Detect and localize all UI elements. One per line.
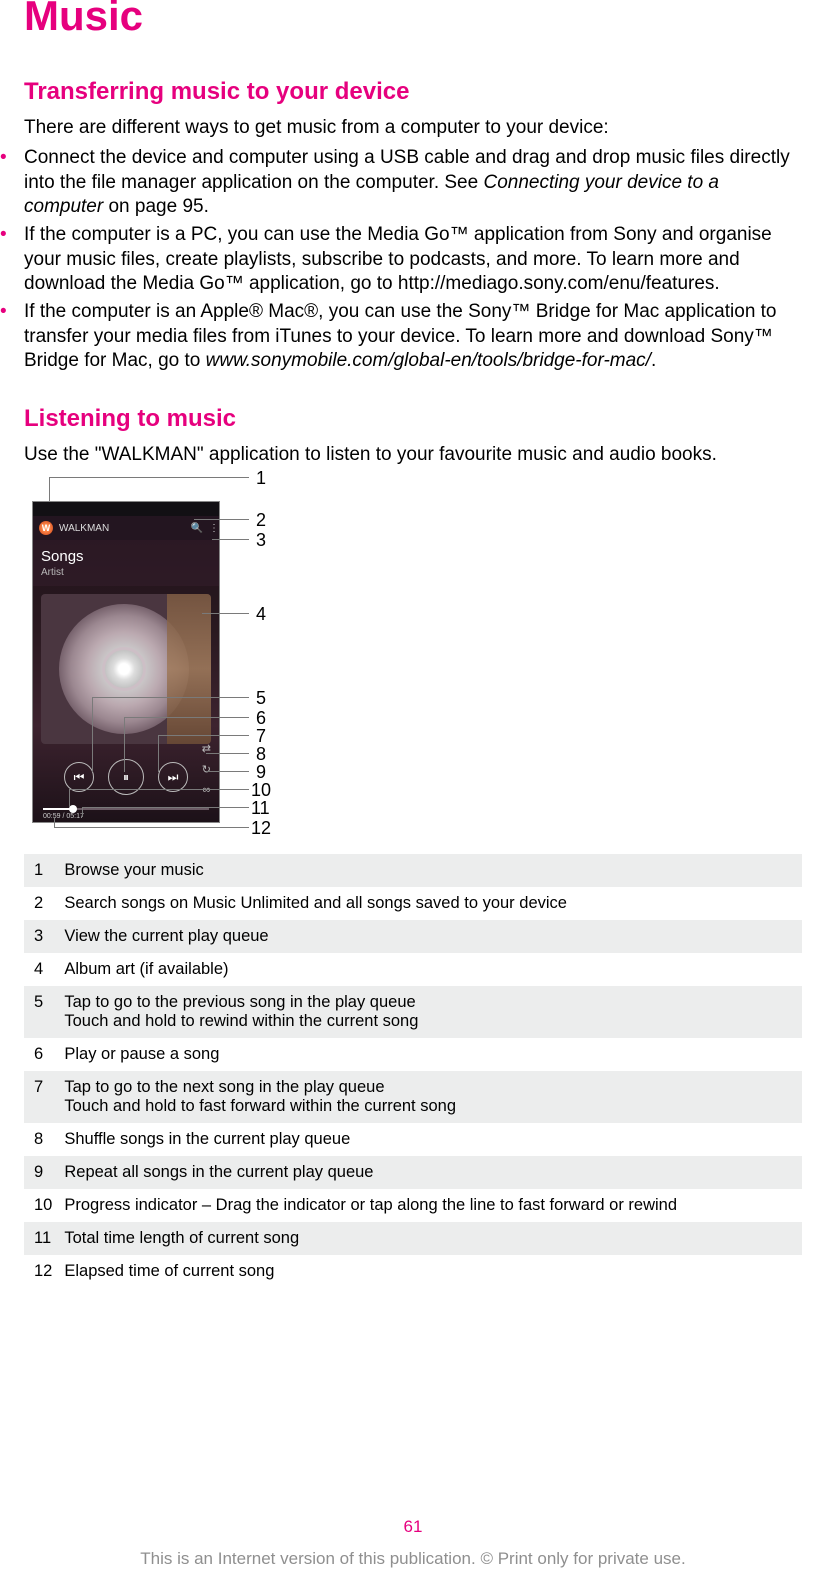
section-heading-listening: Listening to music	[24, 405, 802, 433]
callout-number: 11	[251, 798, 270, 819]
legend-text: Total time length of current song	[58, 1222, 802, 1255]
leader-line	[194, 519, 249, 520]
table-row: 7Tap to go to the next song in the play …	[24, 1071, 802, 1123]
legend-text: Shuffle songs in the current play queue	[58, 1123, 802, 1156]
table-row: 6Play or pause a song	[24, 1038, 802, 1071]
app-name-label: WALKMAN	[59, 523, 109, 534]
leader-line	[124, 717, 249, 718]
bullet-emphasis: www.sonymobile.com/global-en/tools/bridg…	[206, 350, 651, 371]
callout-number: 4	[256, 604, 266, 625]
leader-line	[82, 807, 249, 808]
table-row: 3View the current play queue	[24, 920, 802, 953]
table-row: 12Elapsed time of current song	[24, 1255, 802, 1288]
legend-number: 9	[24, 1156, 58, 1189]
app-header: W WALKMAN 🔍 ⋮	[33, 516, 219, 540]
leader-line	[206, 771, 249, 772]
infinity-icon[interactable]: ∞	[202, 784, 210, 796]
legend-table: 1Browse your music2Search songs on Music…	[24, 854, 802, 1288]
progress-bar[interactable]	[43, 808, 209, 810]
footer-notice: This is an Internet version of this publ…	[0, 1549, 826, 1569]
table-row: 5Tap to go to the previous song in the p…	[24, 986, 802, 1038]
songs-title-label: Songs	[41, 548, 211, 565]
repeat-icon[interactable]: ↻	[202, 763, 211, 776]
album-art	[41, 594, 211, 744]
callout-number: 3	[256, 530, 266, 551]
legend-text: Album art (if available)	[58, 953, 802, 986]
table-row: 4Album art (if available)	[24, 953, 802, 986]
bullet-item: If the computer is an Apple® Mac®, you c…	[6, 300, 802, 373]
table-row: 9Repeat all songs in the current play qu…	[24, 1156, 802, 1189]
bullet-text: If the computer is a PC, you can use the…	[24, 224, 772, 294]
legend-number: 7	[24, 1071, 58, 1123]
legend-text: Tap to go to the next song in the play q…	[58, 1071, 802, 1123]
walkman-logo-icon: W	[39, 521, 53, 535]
leader-line	[54, 817, 55, 827]
legend-number: 12	[24, 1255, 58, 1288]
section2-intro: Use the "WALKMAN" application to listen …	[24, 443, 802, 467]
legend-text: Browse your music	[58, 854, 802, 887]
page-title: Music	[24, 0, 802, 40]
table-row: 8Shuffle songs in the current play queue	[24, 1123, 802, 1156]
leader-line	[158, 735, 249, 736]
legend-text: Search songs on Music Unlimited and all …	[58, 887, 802, 920]
walkman-figure: W WALKMAN 🔍 ⋮ Songs Artist ⏮ ⏸ ⏭ ⇄ ↻	[24, 477, 284, 832]
leader-line	[92, 697, 93, 772]
leader-line	[69, 789, 70, 807]
leader-line	[69, 789, 249, 790]
next-button[interactable]: ⏭	[158, 762, 188, 792]
legend-number: 2	[24, 887, 58, 920]
leader-line	[124, 717, 125, 772]
callout-number: 2	[256, 510, 266, 531]
bullet-list: Connect the device and computer using a …	[6, 146, 802, 373]
legend-text: Repeat all songs in the current play que…	[58, 1156, 802, 1189]
legend-text: Progress indicator – Drag the indicator …	[58, 1189, 802, 1222]
artist-label: Artist	[41, 567, 211, 578]
legend-text: View the current play queue	[58, 920, 802, 953]
leader-line	[212, 539, 249, 540]
legend-number: 3	[24, 920, 58, 953]
leader-line	[202, 613, 249, 614]
callout-number: 12	[251, 818, 271, 839]
callout-number: 1	[256, 468, 266, 489]
table-row: 10Progress indicator – Drag the indicato…	[24, 1189, 802, 1222]
notification-bar	[33, 502, 219, 516]
table-row: 11Total time length of current song	[24, 1222, 802, 1255]
previous-button[interactable]: ⏮	[64, 762, 94, 792]
section1-intro: There are different ways to get music fr…	[24, 116, 802, 140]
legend-number: 6	[24, 1038, 58, 1071]
legend-number: 8	[24, 1123, 58, 1156]
legend-number: 5	[24, 986, 58, 1038]
leader-line	[158, 735, 159, 772]
legend-number: 4	[24, 953, 58, 986]
bullet-text-post: on page 95.	[103, 196, 209, 217]
bullet-text-post: .	[651, 350, 656, 371]
search-icon[interactable]: 🔍	[191, 523, 203, 534]
page-number: 61	[0, 1517, 826, 1537]
legend-number: 10	[24, 1189, 58, 1222]
progress-knob[interactable]	[69, 805, 77, 813]
table-row: 2Search songs on Music Unlimited and all…	[24, 887, 802, 920]
callout-number: 5	[256, 688, 266, 709]
phone-screenshot: W WALKMAN 🔍 ⋮ Songs Artist ⏮ ⏸ ⏭ ⇄ ↻	[32, 501, 220, 823]
legend-number: 1	[24, 854, 58, 887]
legend-text: Elapsed time of current song	[58, 1255, 802, 1288]
bullet-item: Connect the device and computer using a …	[6, 146, 802, 219]
legend-text: Tap to go to the previous song in the pl…	[58, 986, 802, 1038]
legend-text: Play or pause a song	[58, 1038, 802, 1071]
leader-line	[206, 753, 249, 754]
bullet-item: If the computer is a PC, you can use the…	[6, 223, 802, 296]
time-label: 00:59 / 05:17	[43, 813, 84, 820]
leader-line	[92, 697, 249, 698]
table-row: 1Browse your music	[24, 854, 802, 887]
leader-line	[82, 807, 83, 817]
playback-controls: ⏮ ⏸ ⏭	[33, 762, 219, 795]
section-heading-transferring: Transferring music to your device	[24, 78, 802, 106]
album-image	[167, 594, 211, 744]
overflow-menu-icon[interactable]: ⋮	[209, 523, 219, 534]
legend-number: 11	[24, 1222, 58, 1255]
songs-header: Songs Artist	[33, 540, 219, 586]
leader-line	[49, 477, 50, 501]
leader-line	[54, 827, 249, 828]
leader-line	[49, 477, 249, 478]
